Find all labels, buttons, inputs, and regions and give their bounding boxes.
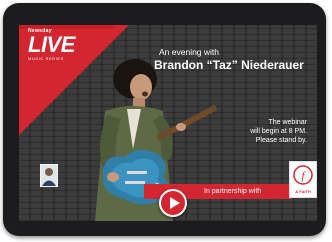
partner-logo-text: & FAITH bbox=[295, 189, 311, 194]
partner-logo: f & FAITH bbox=[289, 161, 317, 198]
presenter-thumbnail bbox=[40, 164, 58, 187]
tablet-frame: Newsday LIVE MUSIC SERIES An evening wit… bbox=[3, 3, 326, 236]
play-button[interactable] bbox=[159, 189, 187, 217]
event-intro-text: An evening with bbox=[159, 47, 220, 57]
face-shape bbox=[130, 74, 152, 100]
partner-label: In partnership with bbox=[204, 188, 262, 195]
guitar-pickup-1 bbox=[127, 171, 147, 174]
webinar-screen: Newsday LIVE MUSIC SERIES An evening wit… bbox=[19, 25, 317, 221]
presenter-avatar-icon bbox=[42, 168, 56, 186]
webinar-notice: The webinar will begin at 8 PM. Please s… bbox=[217, 118, 307, 145]
mouth-shape bbox=[142, 91, 148, 97]
notice-line-2: will begin at 8 PM. bbox=[250, 128, 307, 135]
play-icon bbox=[170, 197, 180, 209]
artist-name-title: Brandon “Taz” Niederauer bbox=[154, 58, 304, 72]
guitar-pickup-2 bbox=[125, 181, 145, 184]
hand-shape bbox=[107, 172, 119, 182]
svg-text:f: f bbox=[301, 170, 306, 182]
notice-line-1: The webinar bbox=[268, 119, 307, 126]
notice-line-3: Please stand by. bbox=[255, 137, 307, 144]
fretting-hand-shape bbox=[176, 123, 186, 131]
